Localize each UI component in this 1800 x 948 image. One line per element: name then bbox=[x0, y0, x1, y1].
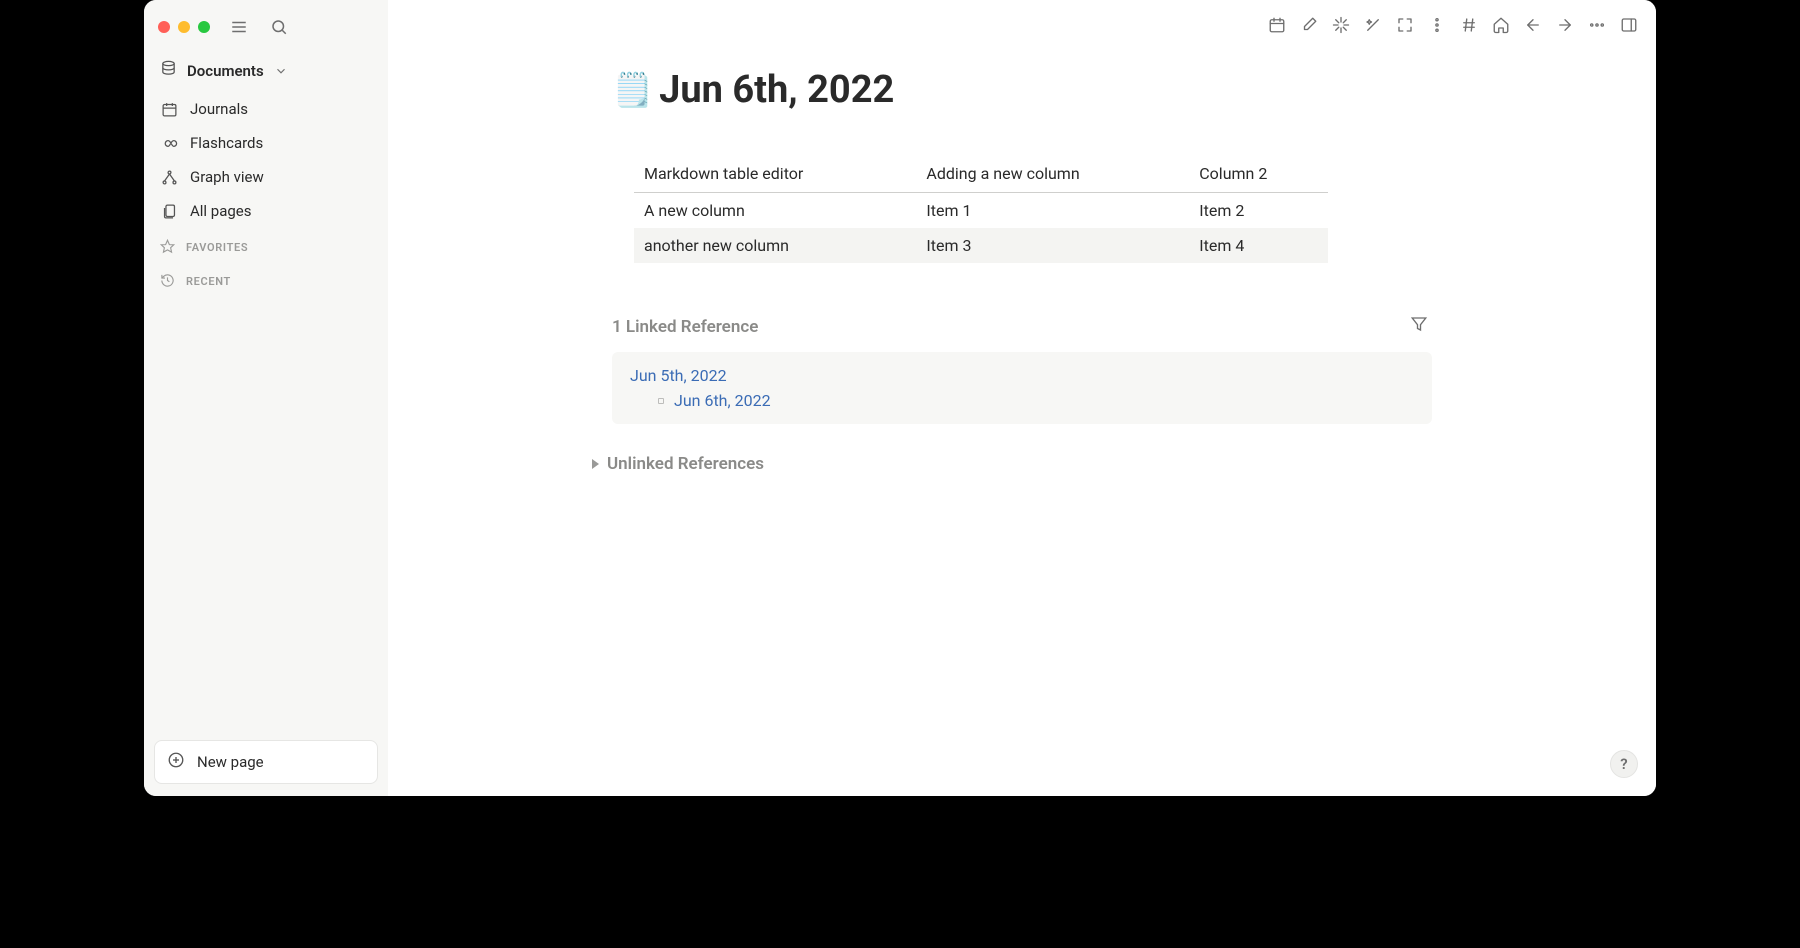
table-cell[interactable]: Item 3 bbox=[916, 228, 1189, 263]
wand-button[interactable] bbox=[1360, 12, 1386, 38]
plus-circle-icon bbox=[167, 751, 185, 773]
table-header[interactable]: Column 2 bbox=[1189, 155, 1328, 193]
table-cell[interactable]: Item 2 bbox=[1189, 193, 1328, 229]
database-icon bbox=[160, 60, 177, 81]
sub-bullet-icon bbox=[658, 398, 664, 404]
history-icon bbox=[160, 273, 176, 289]
section-label-text: RECENT bbox=[186, 275, 231, 288]
linked-references-header[interactable]: 1 Linked Reference bbox=[612, 315, 1432, 338]
table-cell[interactable]: another new column bbox=[634, 228, 916, 263]
filter-button[interactable] bbox=[1410, 315, 1432, 338]
infinity-icon bbox=[160, 134, 178, 152]
sidebar-item-flashcards[interactable]: Flashcards bbox=[154, 127, 378, 159]
titlebar-row bbox=[154, 12, 378, 52]
sidebar: Documents Journals Flashcards Graph view… bbox=[144, 0, 388, 796]
reference-sub-link[interactable]: Jun 6th, 2022 bbox=[674, 391, 771, 410]
reference-page-link[interactable]: Jun 5th, 2022 bbox=[630, 366, 1414, 385]
star-icon bbox=[160, 239, 176, 255]
favorites-section[interactable]: FAVORITES bbox=[154, 227, 378, 261]
minimize-window-icon[interactable] bbox=[178, 21, 190, 33]
more-horiz-button[interactable] bbox=[1584, 12, 1610, 38]
expand-button[interactable] bbox=[1392, 12, 1418, 38]
search-button[interactable] bbox=[268, 16, 290, 38]
sidebar-item-journals[interactable]: Journals bbox=[154, 93, 378, 125]
hash-button[interactable] bbox=[1456, 12, 1482, 38]
page-title-text: Jun 6th, 2022 bbox=[659, 68, 894, 112]
table-cell[interactable]: Item 1 bbox=[916, 193, 1189, 229]
sidebar-item-label: Flashcards bbox=[190, 134, 263, 152]
page-body: 🗒️ Jun 6th, 2022 Markdown table editor A… bbox=[612, 50, 1432, 474]
window-traffic-lights bbox=[158, 21, 210, 33]
table-header[interactable]: Markdown table editor bbox=[634, 155, 916, 193]
pages-icon bbox=[160, 202, 178, 220]
chevron-down-icon bbox=[274, 64, 288, 78]
panel-button[interactable] bbox=[1616, 12, 1642, 38]
new-page-button[interactable]: New page bbox=[154, 740, 378, 784]
calendar-button[interactable] bbox=[1264, 12, 1290, 38]
plugin-button[interactable] bbox=[1328, 12, 1354, 38]
more-vert-button[interactable] bbox=[1424, 12, 1450, 38]
recent-section[interactable]: RECENT bbox=[154, 261, 378, 295]
table-header[interactable]: Adding a new column bbox=[916, 155, 1189, 193]
forward-button[interactable] bbox=[1552, 12, 1578, 38]
main-pane: 🗒️ Jun 6th, 2022 Markdown table editor A… bbox=[388, 0, 1656, 796]
calendar-icon bbox=[160, 100, 178, 118]
triangle-right-icon bbox=[592, 459, 599, 469]
app-window: Documents Journals Flashcards Graph view… bbox=[144, 0, 1656, 796]
help-button[interactable]: ? bbox=[1610, 750, 1638, 778]
toggle-sidebar-button[interactable] bbox=[228, 16, 250, 38]
unlinked-references-title: Unlinked References bbox=[607, 454, 764, 474]
workspace-name: Documents bbox=[187, 62, 264, 80]
home-button[interactable] bbox=[1488, 12, 1514, 38]
table-block[interactable]: Markdown table editor Adding a new colum… bbox=[612, 136, 1432, 263]
sidebar-nav: Journals Flashcards Graph view All pages bbox=[154, 93, 378, 227]
sidebar-item-graph[interactable]: Graph view bbox=[154, 161, 378, 193]
table-cell[interactable]: A new column bbox=[634, 193, 916, 229]
top-toolbar bbox=[388, 0, 1656, 50]
workspace-picker[interactable]: Documents bbox=[154, 52, 378, 89]
table-row[interactable]: A new column Item 1 Item 2 bbox=[634, 193, 1328, 229]
table-cell[interactable]: Item 4 bbox=[1189, 228, 1328, 263]
linked-references-title: 1 Linked Reference bbox=[612, 317, 758, 337]
close-window-icon[interactable] bbox=[158, 21, 170, 33]
zoom-window-icon[interactable] bbox=[198, 21, 210, 33]
new-page-label: New page bbox=[197, 753, 264, 771]
sidebar-item-label: Graph view bbox=[190, 168, 264, 186]
edit-button[interactable] bbox=[1296, 12, 1322, 38]
page-emoji: 🗒️ bbox=[612, 71, 653, 110]
reference-sub-item[interactable]: Jun 6th, 2022 bbox=[658, 391, 1414, 410]
back-button[interactable] bbox=[1520, 12, 1546, 38]
page-title[interactable]: 🗒️ Jun 6th, 2022 bbox=[612, 62, 1432, 136]
graph-icon bbox=[160, 168, 178, 186]
section-label-text: FAVORITES bbox=[186, 241, 248, 254]
markdown-table[interactable]: Markdown table editor Adding a new colum… bbox=[634, 155, 1328, 263]
sidebar-item-allpages[interactable]: All pages bbox=[154, 195, 378, 227]
sidebar-item-label: Journals bbox=[190, 100, 248, 118]
sidebar-item-label: All pages bbox=[190, 202, 252, 220]
unlinked-references-header[interactable]: Unlinked References bbox=[592, 454, 1432, 474]
table-row[interactable]: another new column Item 3 Item 4 bbox=[634, 228, 1328, 263]
linked-reference-block: Jun 5th, 2022 Jun 6th, 2022 bbox=[612, 352, 1432, 424]
